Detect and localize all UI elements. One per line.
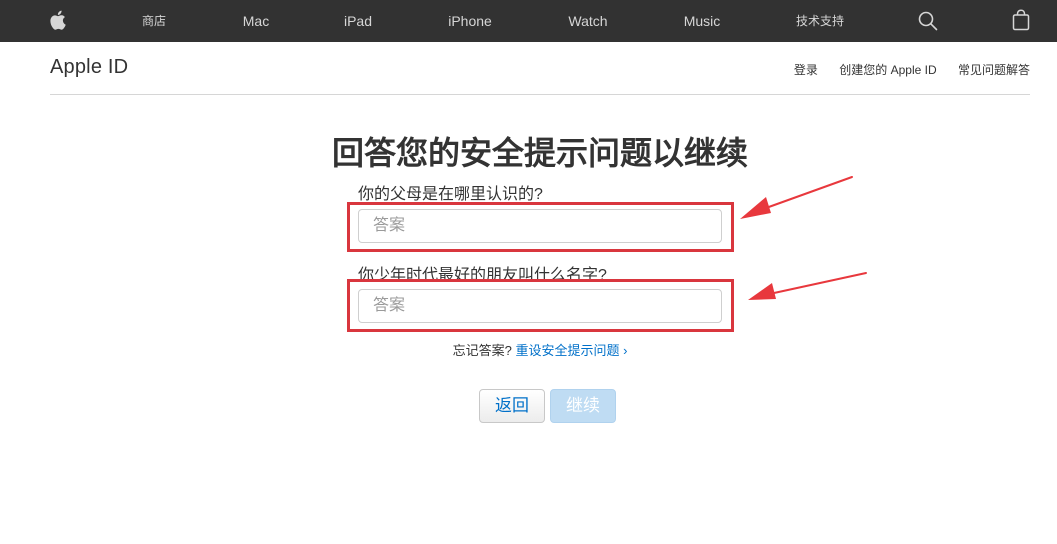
question-1-label: 你的父母是在哪里认识的?	[358, 186, 543, 203]
nav-store[interactable]: 商店	[142, 0, 166, 42]
apple-logo-icon[interactable]	[50, 10, 66, 35]
create-appleid-link[interactable]: 创建您的 Apple ID	[839, 63, 936, 77]
nav-support[interactable]: 技术支持	[796, 0, 844, 42]
nav-iphone[interactable]: iPhone	[448, 0, 492, 42]
arrow-annotation-1	[740, 176, 853, 219]
forgot-answer-text: 忘记答案?	[452, 343, 512, 358]
page-title: 回答您的安全提示问题以继续	[331, 135, 748, 171]
nav-ipad[interactable]: iPad	[344, 0, 372, 42]
answer-1-input[interactable]	[358, 209, 722, 243]
global-nav: 商店 Mac iPad iPhone Watch Music 技术支持	[0, 0, 1057, 42]
subnav-links: 登录 创建您的 Apple ID 常见问题解答	[776, 61, 1030, 78]
appleid-subnav: Apple ID 登录 创建您的 Apple ID 常见问题解答	[50, 42, 1030, 95]
back-button[interactable]: 返回	[479, 389, 545, 423]
search-icon[interactable]	[918, 11, 938, 36]
shopping-bag-icon[interactable]	[1012, 9, 1030, 36]
appleid-title: Apple ID	[50, 56, 129, 78]
nav-music[interactable]: Music	[684, 0, 721, 42]
nav-mac[interactable]: Mac	[243, 0, 269, 42]
signin-link[interactable]: 登录	[794, 63, 818, 77]
continue-button[interactable]: 继续	[550, 389, 616, 423]
answer-2-input[interactable]	[358, 289, 722, 323]
nav-watch[interactable]: Watch	[568, 0, 607, 42]
reset-security-questions-link[interactable]: 重设安全提示问题 ›	[515, 343, 627, 358]
faq-link[interactable]: 常见问题解答	[958, 63, 1030, 77]
forgot-answer-row: 忘记答案? 重设安全提示问题 ›	[0, 340, 1057, 359]
arrow-annotation-2	[748, 272, 867, 300]
